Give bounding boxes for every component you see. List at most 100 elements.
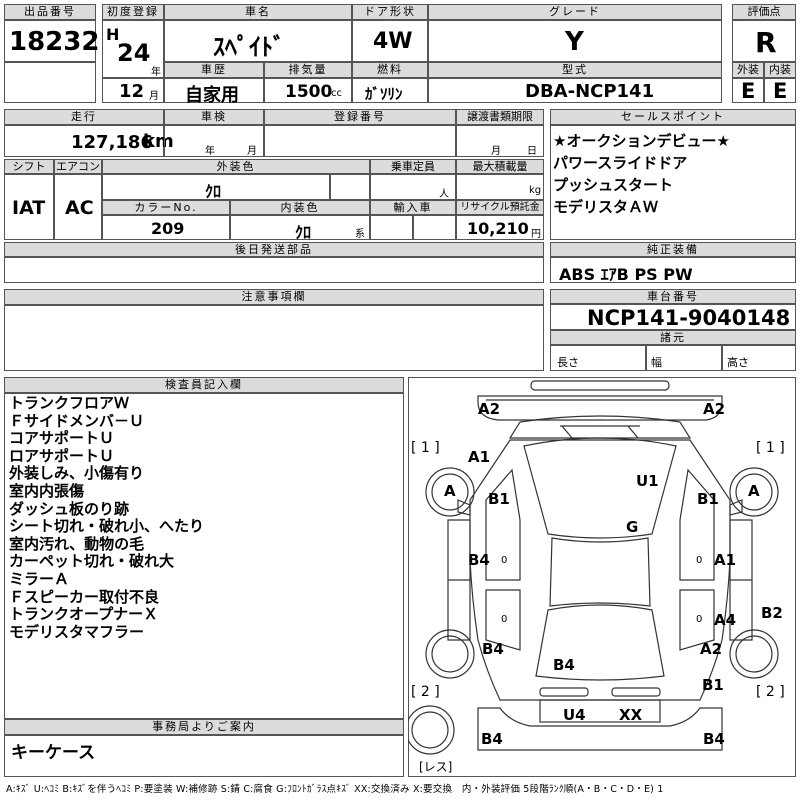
displacement-label: 排気量 — [264, 62, 352, 78]
width-label: 幅 — [651, 356, 662, 369]
bracket-label: [ 2 ] — [756, 684, 785, 700]
interior-cell: E — [764, 78, 796, 103]
office-cell: キーケース — [4, 735, 404, 777]
inspector-item: Ｆサイドメンバ－Ｕ — [9, 411, 145, 430]
lot-number: 18232 — [9, 27, 100, 57]
month-unit: 月 — [149, 91, 159, 102]
ext-color-cell: ｸﾛ — [102, 174, 330, 201]
fuel-value: ｶﾞｿﾘﾝ — [365, 85, 403, 103]
inspector-item: ダッシュ板のり跡 — [9, 499, 130, 518]
width-cell: 幅 — [646, 345, 722, 371]
lot-number-label: 出品番号 — [4, 4, 96, 20]
inspector-cell: トランクフロアＷ Ｆサイドメンバ－Ｕ コアサポートＵ ロアサポートＵ 外装しみ、… — [4, 393, 404, 719]
reg-month-cell: 12 月 — [102, 78, 164, 103]
svg-text:0: 0 — [501, 555, 507, 566]
displacement-cell: 1500 cc — [264, 78, 352, 103]
damage-mark: B1 — [488, 490, 510, 508]
damage-mark: A2 — [703, 400, 726, 418]
recycle-label: リサイクル預託金 — [456, 200, 544, 215]
door-cell: 4W — [352, 20, 428, 62]
lot-number-cell: 18232 — [4, 20, 100, 62]
damage-mark: B1 — [702, 676, 724, 694]
chassis-label: 車台番号 — [550, 289, 796, 304]
shift-label: シフト — [4, 159, 54, 174]
sales-point-item: モデリスタＡＷ — [553, 198, 659, 216]
equipment-value: ABS ｴｱB PS PW — [559, 265, 693, 284]
recycle-value: 10,210 — [467, 219, 529, 238]
damage-mark: A — [444, 482, 456, 500]
length-cell: 長さ — [550, 345, 646, 371]
grade-cell: Y — [428, 20, 722, 62]
inspector-item: 室内汚れ、動物の毛 — [9, 534, 145, 553]
capacity-cell: 人 — [370, 174, 456, 200]
chassis-value: NCP141-9040148 — [587, 306, 791, 330]
damage-mark: B2 — [761, 604, 783, 622]
damage-mark: A — [748, 482, 760, 500]
ext-color-extra-cell — [330, 174, 370, 200]
exterior-label: 外装 — [732, 62, 764, 78]
color-no-label: カラーNo. — [102, 200, 230, 215]
transfer-cell: 月 日 — [456, 125, 544, 157]
int-color-cell: ｸﾛ 系 — [230, 215, 370, 242]
bracket-label: [ 1 ] — [411, 440, 440, 456]
inspector-item: トランクフロアＷ — [9, 394, 130, 412]
bracket-label: [ 2 ] — [411, 684, 440, 700]
max-load-cell: kg — [456, 174, 544, 200]
grade-value: Y — [565, 27, 584, 57]
color-no-value: 209 — [151, 219, 185, 238]
damage-mark: A2 — [700, 640, 723, 658]
model-label: 型式 — [428, 62, 722, 78]
shift-cell: IAT — [4, 174, 54, 240]
displacement-value: 1500 — [285, 82, 333, 102]
damage-mark: B4 — [482, 640, 504, 658]
damage-mark: A1 — [714, 551, 737, 569]
door-label: ドア形状 — [352, 4, 428, 20]
later-parts-cell — [4, 257, 544, 283]
bracket-label: [ 1 ] — [756, 440, 785, 456]
capacity-label: 乗車定員 — [370, 159, 456, 174]
height-label: 高さ — [727, 356, 749, 369]
score-cell: R — [732, 20, 796, 62]
damage-mark: A4 — [714, 611, 737, 629]
fuel-cell: ｶﾞｿﾘﾝ — [352, 78, 428, 103]
aircon-label: エアコン — [54, 159, 102, 174]
damage-mark: A2 — [478, 400, 501, 418]
inspection-label: 車検 — [164, 109, 264, 125]
inspector-item: 外装しみ、小傷有り — [9, 464, 145, 483]
sales-point-item: プッシュスタート — [553, 176, 674, 194]
notes-cell — [4, 305, 544, 371]
inspector-item: Ｆスピーカー取付不良 — [9, 587, 160, 606]
color-no-cell: 209 — [102, 215, 230, 240]
equipment-label: 純正装備 — [550, 242, 796, 257]
inspector-item: モデリスタマフラー — [9, 622, 145, 641]
mileage-label: 走行 — [4, 109, 164, 125]
import-label: 輸入車 — [370, 200, 456, 215]
history-value: 自家用 — [185, 85, 239, 106]
aircon-cell: AC — [54, 174, 102, 240]
ext-color-label: 外装色 — [102, 159, 370, 174]
length-label: 長さ — [557, 356, 579, 369]
svg-text:0: 0 — [501, 614, 507, 625]
score-label: 評価点 — [732, 4, 796, 20]
grade-label: グレード — [428, 4, 722, 20]
inspector-item: ミラーＡ — [9, 569, 70, 588]
office-value: キーケース — [11, 743, 96, 763]
mileage-cell: 127,186 km — [4, 125, 174, 157]
reg-month: 12 — [119, 81, 145, 102]
int-color-unit: 系 — [355, 229, 365, 240]
exterior-cell: E — [732, 78, 764, 103]
import-cell-a — [370, 215, 413, 240]
reg-year: 24 — [117, 39, 151, 67]
car-diagram: 0 0 0 0 — [408, 380, 779, 755]
sales-point-item: パワースライドドア — [553, 154, 688, 172]
inspection-month-unit: 月 — [247, 146, 257, 157]
mileage-value: 127,186 — [71, 132, 153, 153]
displacement-unit: cc — [331, 88, 342, 99]
bracket-label: [レス] — [419, 760, 453, 774]
office-label: 事務局よりご案内 — [4, 719, 404, 735]
damage-mark: A1 — [468, 448, 491, 466]
inspector-item: シート切れ・破れ小、へたり — [9, 517, 205, 536]
sales-points-label: セールスポイント — [550, 109, 796, 125]
later-parts-label: 後日発送部品 — [4, 242, 544, 257]
lot-blank-cell — [4, 62, 96, 103]
